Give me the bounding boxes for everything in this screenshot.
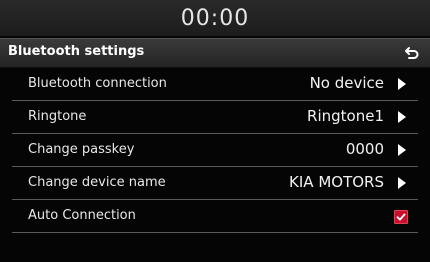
chevron-right-icon: [398, 78, 406, 90]
back-arrow-icon: [405, 47, 419, 59]
back-button[interactable]: [400, 42, 424, 64]
chevron-right-icon: [398, 144, 406, 156]
bluetooth-connection-row[interactable]: Bluetooth connection No device: [12, 68, 418, 101]
settings-list: Bluetooth connection No device Ringtone …: [0, 68, 430, 233]
auto-connection-row[interactable]: Auto Connection: [12, 200, 418, 233]
chevron-right-icon: [398, 177, 406, 189]
auto-connection-checkbox[interactable]: [394, 210, 408, 224]
page-title: Bluetooth settings: [8, 44, 145, 59]
row-label: Change device name: [28, 175, 166, 190]
checkmark-icon: [396, 213, 406, 221]
row-value: No device: [309, 74, 384, 92]
ringtone-row[interactable]: Ringtone Ringtone1: [12, 101, 418, 134]
clock: 00:00: [180, 5, 250, 31]
row-value: 0000: [345, 140, 384, 158]
status-bar: 00:00: [0, 0, 430, 36]
row-value: Ringtone1: [307, 107, 384, 125]
row-value: KIA MOTORS: [289, 173, 384, 191]
chevron-right-icon: [398, 111, 406, 123]
row-label: Bluetooth connection: [28, 76, 167, 91]
row-label: Change passkey: [28, 142, 135, 157]
change-device-name-row[interactable]: Change device name KIA MOTORS: [12, 167, 418, 200]
bluetooth-settings-screen: 00:00 Bluetooth settings Bluetooth conne…: [0, 0, 430, 262]
row-label: Auto Connection: [28, 208, 136, 223]
settings-header: Bluetooth settings: [0, 38, 430, 68]
change-passkey-row[interactable]: Change passkey 0000: [12, 134, 418, 167]
row-label: Ringtone: [28, 109, 87, 124]
